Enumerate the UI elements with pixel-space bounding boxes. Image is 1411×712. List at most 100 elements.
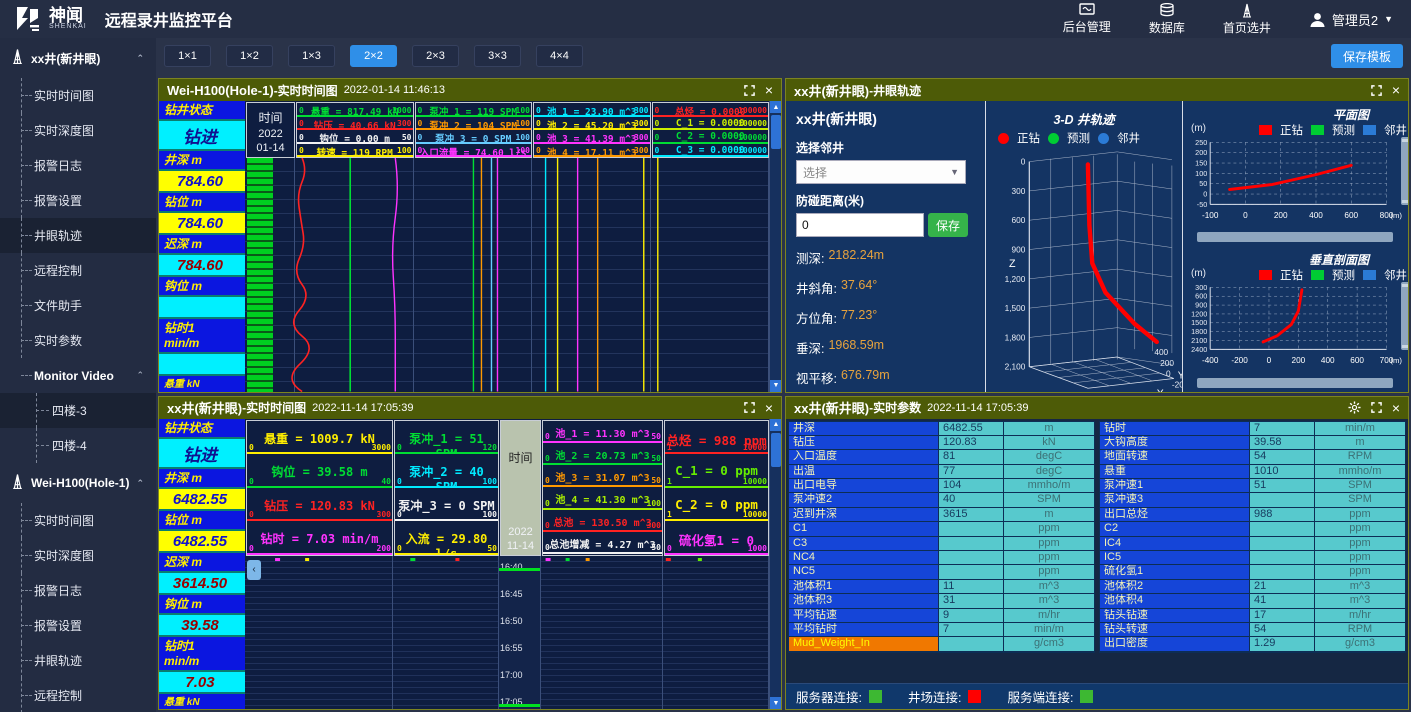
well-name: xx井(新井眼) [796, 109, 975, 129]
sidebar-item-14[interactable]: 实时深度图 [0, 538, 156, 573]
user-menu[interactable]: 管理员2 ▼ [1309, 10, 1393, 29]
sidebar-item-17[interactable]: 井眼轨迹 [0, 643, 156, 678]
sidebar-item-2[interactable]: 实时深度图 [0, 113, 156, 148]
svg-text:2100: 2100 [1191, 336, 1207, 345]
save-distance-button[interactable]: 保存 [928, 213, 968, 237]
sidebar-well-12[interactable]: Wei-H100(Hole-1)⌃ [0, 463, 156, 503]
param-unit-cell: m [1004, 508, 1094, 521]
brand-name-cn: 神闻 [49, 8, 87, 23]
nav-backend-admin[interactable]: 后台管理 [1063, 3, 1111, 35]
close-icon[interactable]: × [765, 401, 773, 415]
gear-icon[interactable] [1348, 401, 1361, 414]
layout-button-2×2[interactable]: 2×2 [350, 45, 397, 67]
collapse-caret-icon[interactable]: ⌃ [136, 53, 144, 64]
chart-plot-area[interactable]: 16:4016:4516:5016:5517:0017:05 ‹ [245, 556, 769, 710]
chart-scrollbar[interactable]: ▲ ▼ [769, 101, 781, 392]
plot3d-title: 3-D 井轨迹 [986, 109, 1182, 128]
expand-icon[interactable] [1371, 402, 1382, 413]
sidebar-item-18[interactable]: 远程控制 [0, 678, 156, 712]
nav-home-well-select[interactable]: 首页选井 [1223, 3, 1271, 36]
section-horizontal-slider[interactable] [1197, 378, 1393, 388]
sidebar-item-3[interactable]: 报警日志 [0, 148, 156, 183]
svg-text:600: 600 [1143, 390, 1157, 392]
param-value: 3614.50 [159, 573, 245, 593]
connection-status-bar: 服务器连接:井场连接:服务端连接: [786, 683, 1408, 709]
sidebar-item-13[interactable]: 实时时间图 [0, 503, 156, 538]
layout-button-4×4[interactable]: 4×4 [536, 45, 583, 67]
param-value: 钻进 [159, 121, 245, 149]
scroll-up-icon[interactable]: ▲ [770, 101, 781, 113]
derrick-icon [10, 48, 25, 68]
scroll-down-icon[interactable]: ▼ [770, 380, 781, 392]
svg-text:200: 200 [1195, 148, 1207, 157]
sidebar-item-5[interactable]: 井眼轨迹 [0, 218, 156, 253]
connection-status-item: 井场连接: [908, 687, 981, 706]
section-view-plot: 垂直剖面图 正钻预测邻井 (m) 30060090012001500180021… [1183, 246, 1408, 391]
sidebar-item-16[interactable]: 报警设置 [0, 608, 156, 643]
expand-icon[interactable] [744, 85, 755, 96]
param-value-cell: 54 [1250, 450, 1315, 463]
sidebar-item-8[interactable]: 实时参数 [0, 323, 156, 358]
sidebar-item-4[interactable]: 报警设置 [0, 183, 156, 218]
derrick-icon [1240, 3, 1254, 18]
chart-plot-area[interactable] [245, 158, 769, 392]
curves-overlay [245, 158, 769, 392]
param-value-cell: 7 [1250, 422, 1315, 435]
plan-vertical-slider[interactable] [1401, 137, 1408, 205]
scroll-left-button[interactable]: ‹ [247, 560, 261, 580]
expand-icon[interactable] [744, 402, 755, 413]
layout-button-1×2[interactable]: 1×2 [226, 45, 273, 67]
neighbor-well-select[interactable]: 选择▼ [796, 160, 966, 184]
table-row: 井深6482.55m [789, 422, 1094, 436]
param-value [159, 297, 245, 317]
svg-text:200: 200 [1098, 390, 1112, 392]
layout-button-3×3[interactable]: 3×3 [474, 45, 521, 67]
param-unit-cell: m [1004, 422, 1094, 435]
close-icon[interactable]: × [1392, 401, 1400, 415]
layout-button-1×3[interactable]: 1×3 [288, 45, 335, 67]
sidebar-item-10[interactable]: 四楼-3 [0, 393, 156, 428]
param-name-cell: 池体积1 [789, 580, 939, 593]
close-icon[interactable]: × [765, 83, 773, 97]
param-name-cell: 泵冲速2 [789, 493, 939, 506]
close-icon[interactable]: × [1392, 83, 1400, 97]
nav-database[interactable]: 数据库 [1149, 3, 1185, 36]
brand-name-en: SHENKAI [49, 23, 87, 30]
layout-button-2×3[interactable]: 2×3 [412, 45, 459, 67]
param-unit-cell: ppm [1004, 565, 1094, 578]
sidebar-item-9[interactable]: Monitor Video⌃ [0, 358, 156, 393]
svg-text:-400: -400 [1202, 356, 1219, 365]
collapse-caret-icon[interactable]: ⌃ [136, 370, 144, 381]
svg-text:2400: 2400 [1191, 345, 1207, 354]
sidebar-item-label: 实时时间图 [34, 87, 94, 104]
sidebar-item-11[interactable]: 四楼-4 [0, 428, 156, 463]
neighbor-well-label: 选择邻井 [796, 139, 975, 156]
table-row: 地面转速54RPM [1100, 450, 1405, 464]
curve-label: 0悬重 = 817.49 kN2000 [297, 103, 413, 117]
save-template-button[interactable]: 保存模板 [1331, 44, 1403, 68]
sidebar-well-0[interactable]: xx井(新井眼)⌃ [0, 38, 156, 78]
param-unit-cell: ppm [1315, 565, 1405, 578]
collision-distance-input[interactable] [796, 213, 924, 237]
scroll-up-icon[interactable]: ▲ [770, 419, 781, 431]
sidebar-item-1[interactable]: 实时时间图 [0, 78, 156, 113]
table-row: C3ppm [789, 537, 1094, 551]
scroll-down-icon[interactable]: ▼ [770, 697, 781, 709]
sidebar-item-6[interactable]: 远程控制 [0, 253, 156, 288]
plan-horizontal-slider[interactable] [1197, 232, 1393, 242]
param-name-cell: 钻压 [789, 436, 939, 449]
collapse-caret-icon[interactable]: ⌃ [136, 478, 144, 489]
track-header: 0池_1 = 23.90 m^33000池_2 = 45.20 m^33000池… [533, 102, 651, 158]
svg-text:-50: -50 [1197, 200, 1207, 209]
param-value-cell: 81 [939, 450, 1004, 463]
sidebar-item-7[interactable]: 文件助手 [0, 288, 156, 323]
param-name-cell: C2 [1100, 522, 1250, 535]
chart-scrollbar[interactable]: ▲ ▼ [769, 419, 781, 710]
track-header: 1总烃 = 988 ppm100001C_1 = 0 ppm100001C_2 … [664, 420, 769, 556]
section-vertical-slider[interactable] [1401, 282, 1408, 350]
plan-canvas: 250200150100500-50-1000200400600800(m) [1185, 135, 1403, 235]
curve-label: 0泵冲_2 = 104 SPM100 [416, 117, 532, 131]
sidebar-item-15[interactable]: 报警日志 [0, 573, 156, 608]
expand-icon[interactable] [1371, 85, 1382, 96]
layout-button-1×1[interactable]: 1×1 [164, 45, 211, 67]
